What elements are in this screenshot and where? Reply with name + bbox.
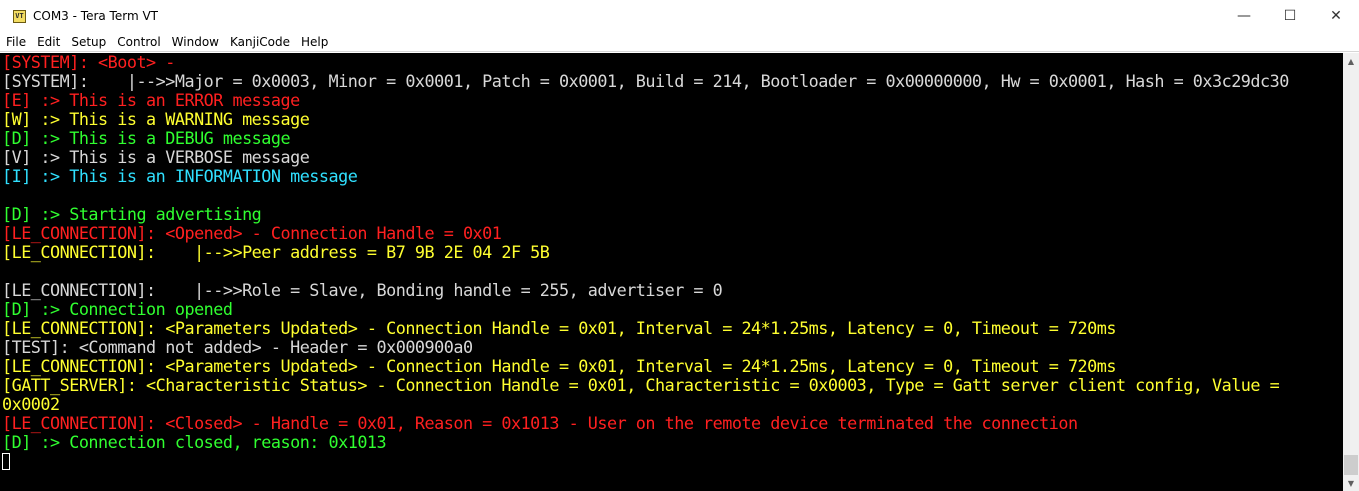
text-cursor-icon <box>2 453 10 470</box>
menu-kanjicode[interactable]: KanjiCode <box>224 32 295 52</box>
terminal-line: [LE_CONNECTION]: <Parameters Updated> - … <box>2 356 1116 376</box>
terminal-line: [SYSTEM]: |-->>Major = 0x0003, Minor = 0… <box>2 71 1289 91</box>
menu-bar: File Edit Setup Control Window KanjiCode… <box>0 32 1359 52</box>
menu-file[interactable]: File <box>0 32 31 52</box>
menu-edit[interactable]: Edit <box>31 32 65 52</box>
window-title: COM3 - Tera Term VT <box>33 9 158 23</box>
scroll-up-arrow-icon[interactable]: ▲ <box>1343 53 1359 69</box>
minimize-button[interactable]: — <box>1221 0 1267 32</box>
menu-help[interactable]: Help <box>295 32 333 52</box>
menu-setup[interactable]: Setup <box>65 32 111 52</box>
maximize-icon: ☐ <box>1283 8 1297 24</box>
terminal-line: [LE_CONNECTION]: |-->>Peer address = B7 … <box>2 242 550 262</box>
terminal-output[interactable]: [SYSTEM]: <Boot> - [SYSTEM]: |-->>Major =… <box>0 53 1343 491</box>
terminal-line: [TEST]: <Command not added> - Header = 0… <box>2 337 473 357</box>
window-controls: — ☐ ✕ <box>1221 0 1359 32</box>
terminal-line: [D] :> This is a DEBUG message <box>2 128 291 148</box>
terminal-line: [LE_CONNECTION]: <Closed> - Handle = 0x0… <box>2 413 1078 433</box>
terminal-line: [V] :> This is a VERBOSE message <box>2 147 310 167</box>
teraterm-app-icon[interactable]: VT <box>13 9 26 23</box>
close-button[interactable]: ✕ <box>1313 0 1359 32</box>
scroll-down-arrow-icon[interactable]: ▼ <box>1343 475 1359 491</box>
terminal-line: [LE_CONNECTION]: |-->>Role = Slave, Bond… <box>2 280 723 300</box>
scrollbar-thumb[interactable] <box>1344 455 1358 475</box>
terminal-line: [GATT_SERVER]: <Characteristic Status> -… <box>2 375 1280 395</box>
terminal-line: [W] :> This is a WARNING message <box>2 109 310 129</box>
terminal-line: [D] :> Starting advertising <box>2 204 262 224</box>
terminal-line: [E] :> This is an ERROR message <box>2 90 300 110</box>
terminal-line: [SYSTEM]: <Boot> - <box>2 53 175 72</box>
title-bar[interactable]: VT COM3 - Tera Term VT — ☐ ✕ <box>0 0 1359 32</box>
terminal-line: [LE_CONNECTION]: <Opened> - Connection H… <box>2 223 502 243</box>
terminal-line: [LE_CONNECTION]: <Parameters Updated> - … <box>2 318 1116 338</box>
terminal-line: [D] :> Connection opened <box>2 299 233 319</box>
minimize-icon: — <box>1237 8 1251 24</box>
terminal-line: 0x0002 <box>2 394 60 414</box>
terminal-line: [D] :> Connection closed, reason: 0x1013 <box>2 432 387 452</box>
maximize-button[interactable]: ☐ <box>1267 0 1313 32</box>
close-icon: ✕ <box>1330 8 1342 24</box>
vertical-scrollbar[interactable]: ▲ ▼ <box>1343 53 1359 491</box>
terminal-line: [I] :> This is an INFORMATION message <box>2 166 358 186</box>
menu-window[interactable]: Window <box>166 32 224 52</box>
terminal-cursor-line <box>0 452 1343 471</box>
menu-control[interactable]: Control <box>111 32 165 52</box>
